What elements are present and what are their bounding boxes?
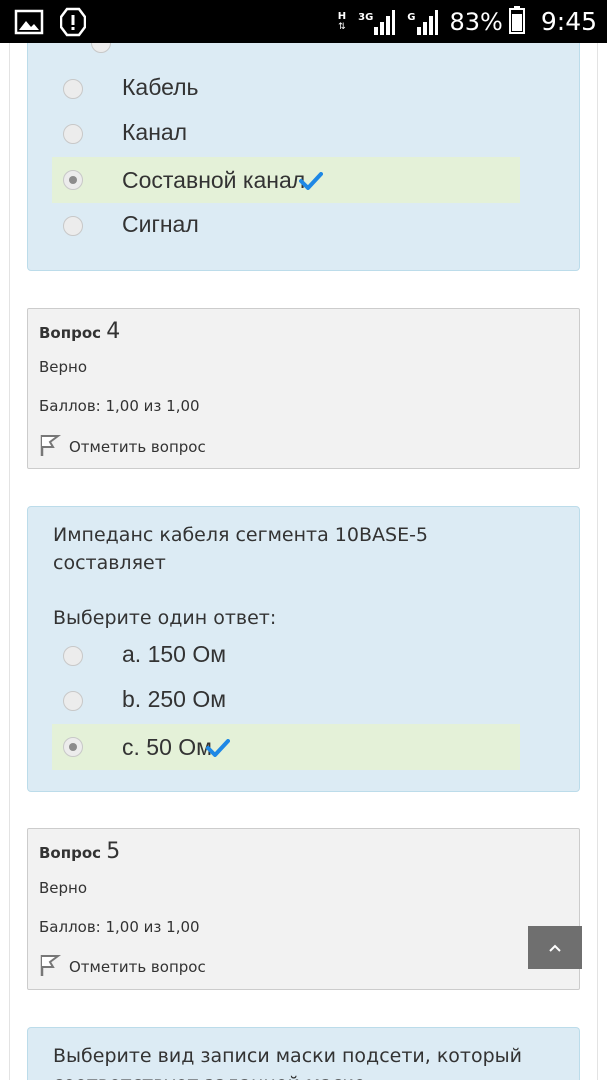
network-h-label: H [337,10,347,22]
answer-option-label: b. 250 Ом [122,686,227,712]
flag-question-button[interactable]: Отметить вопрос [39,433,206,461]
network-3g-label: 3G [358,11,374,23]
answer-option-kanal[interactable]: Канал [52,111,520,157]
flag-icon [39,953,61,981]
flag-question-label: Отметить вопрос [69,958,206,976]
answer-option-label: Сигнал [122,211,199,237]
battery-percent: 83% [449,7,503,36]
question-score: Баллов: 1,00 из 1,00 [39,918,200,936]
answer-option-c[interactable]: c. 50 Ом [52,724,520,770]
question-score: Баллов: 1,00 из 1,00 [39,397,200,415]
radio-button[interactable] [63,124,83,144]
radio-button[interactable] [63,646,83,666]
answer-option-label: Составной канал [122,167,306,193]
question-label: Вопрос [39,844,102,862]
answer-option-label: a. 150 Ом [122,641,227,667]
alert-notification-icon [59,7,87,41]
radio-button[interactable] [63,216,83,236]
gallery-notification-icon [14,8,44,40]
question-number: 5 [106,839,121,864]
flag-question-label: Отметить вопрос [69,438,206,456]
battery-icon [508,5,525,38]
answer-option-sostavnoy-kanal[interactable]: Составной канал [52,157,520,203]
question-text: Выберите вид записи маски подсети, котор… [53,1045,523,1080]
answer-option-label: c. 50 Ом [122,734,212,760]
answer-option-kabel[interactable]: Кабель [52,66,520,112]
answer-option-label: Кабель [122,74,199,100]
question-5-info: Вопрос 5 Верно Баллов: 1,00 из 1,00 Отме… [27,828,580,990]
signal-g-icon: G [407,9,438,35]
flag-icon [39,433,61,461]
question-label: Вопрос [39,324,102,342]
status-bar: H ⇅ 3G G 83% 9:45 [0,0,607,43]
correct-checkmark-icon [299,169,324,196]
answer-option-a[interactable]: a. 150 Ом [52,633,520,679]
radio-button-selected[interactable] [63,170,83,190]
question-text: Импеданс кабеля сегмента 10BASE-5 состав… [53,524,429,574]
network-g-label: G [407,11,416,23]
question-status: Верно [39,358,88,376]
answer-option-signal[interactable]: Сигнал [52,203,520,249]
question-5-content: Выберите вид записи маски подсети, котор… [27,1027,580,1080]
answer-prompt: Выберите один ответ: [53,607,277,629]
answer-option-label-wrap: Составной канал [122,165,324,196]
answer-option-label-wrap: c. 50 Ом [122,732,230,763]
answer-option-label: Канал [122,119,188,145]
radio-button[interactable] [63,79,83,99]
question-title: Вопрос 5 [39,839,120,864]
question-title: Вопрос 4 [39,319,120,344]
answer-option-b[interactable]: b. 250 Ом [52,678,520,724]
clock: 9:45 [540,7,597,36]
signal-3g-icon: 3G [358,9,396,35]
question-number: 4 [106,319,121,344]
question-status: Верно [39,879,88,897]
flag-question-button[interactable]: Отметить вопрос [39,953,206,981]
radio-button[interactable] [63,691,83,711]
scroll-to-top-button[interactable] [528,926,582,969]
question-4-info: Вопрос 4 Верно Баллов: 1,00 из 1,00 Отме… [27,308,580,469]
radio-button-selected[interactable] [63,737,83,757]
correct-checkmark-icon [205,736,230,763]
chevron-up-icon [548,938,562,957]
network-h-indicator: H ⇅ [337,10,347,32]
